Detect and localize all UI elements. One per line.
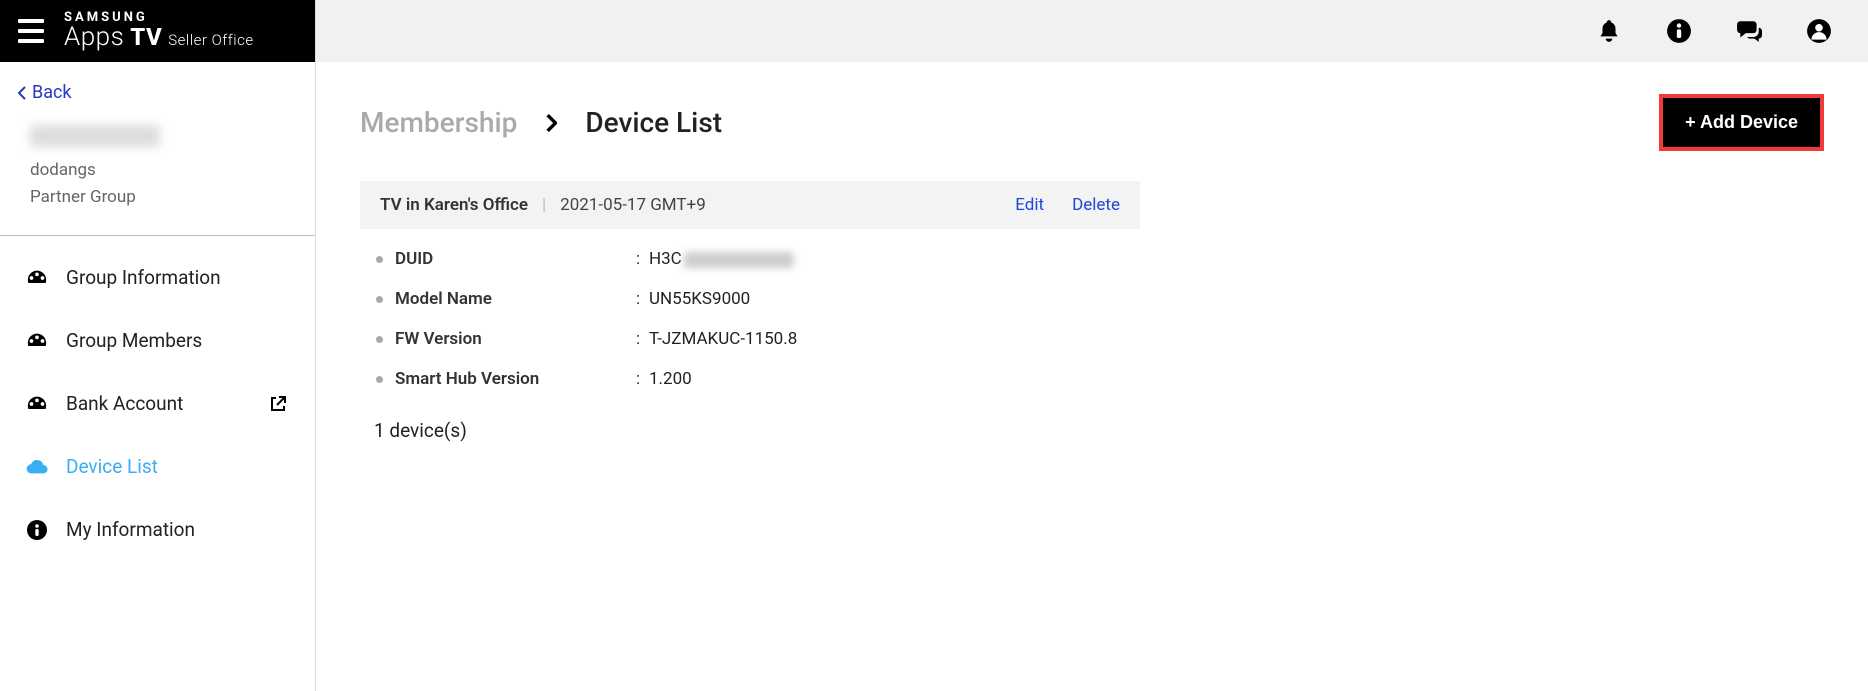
chevron-right-icon [545,106,557,139]
field-duid: DUID : H3C [370,239,1130,279]
external-link-icon [269,395,287,413]
sidebar-item-group-members[interactable]: Group Members [0,309,315,372]
main: Membership Device List + Add Device TV i… [316,0,1868,691]
bullet-icon [376,256,383,263]
user-group: Partner Group [30,184,285,211]
edit-link[interactable]: Edit [1015,195,1044,215]
device-title: TV in Karen's Office [380,195,528,215]
chevron-left-icon [18,86,26,100]
field-label: Model Name [395,289,627,309]
field-value: H3C [649,249,794,269]
back-label: Back [32,82,72,103]
dashboard-icon [26,331,48,351]
content: Membership Device List + Add Device TV i… [316,62,1868,494]
nav-label: My Information [66,518,195,541]
sidebar-item-bank-account[interactable]: Bank Account [0,372,315,435]
brand-seller: Seller Office [168,33,253,49]
field-value: 1.200 [649,369,692,389]
device-count: 1 device(s) [360,399,1140,462]
user-name-blurred [30,125,160,147]
bullet-icon [376,336,383,343]
device-card-header: TV in Karen's Office | 2021-05-17 GMT+9 … [360,181,1140,229]
nav-label: Device List [66,455,158,478]
breadcrumb-section[interactable]: Membership [360,106,517,139]
cloud-icon [26,457,48,477]
brand-tv: TV [130,25,162,50]
sidebar-item-device-list[interactable]: Device List [0,435,315,498]
user-id: dodangs [30,157,285,184]
bell-icon[interactable] [1596,18,1622,44]
separator: | [542,195,546,215]
breadcrumb-page: Device List [585,106,722,139]
back-link[interactable]: Back [0,62,315,115]
user-block: dodangs Partner Group [0,115,315,235]
nav-label: Group Members [66,329,202,352]
dashboard-icon [26,268,48,288]
sidebar-item-group-information[interactable]: Group Information [0,246,315,309]
sidebar-header: SAMSUNG AppsTV Seller Office [0,0,315,62]
nav-label: Bank Account [66,392,183,415]
add-device-button[interactable]: + Add Device [1659,94,1824,151]
topbar [316,0,1868,62]
sidebar-item-my-information[interactable]: My Information [0,498,315,561]
device-fields: DUID : H3C Model Name : UN55KS9000 FW Ve… [360,229,1140,399]
brand-apps: Apps [64,24,124,51]
bullet-icon [376,296,383,303]
device-card: TV in Karen's Office | 2021-05-17 GMT+9 … [360,181,1140,462]
info-circle-icon[interactable] [1666,18,1692,44]
field-label: FW Version [395,329,627,349]
dashboard-icon [26,394,48,414]
chat-icon[interactable] [1736,18,1762,44]
blurred-value [684,252,794,268]
menu-icon[interactable] [18,19,44,43]
sidebar: SAMSUNG AppsTV Seller Office Back dodang… [0,0,316,691]
header-row: Membership Device List + Add Device [360,94,1824,151]
field-smart-hub-version: Smart Hub Version : 1.200 [370,359,1130,399]
field-label: DUID [395,249,627,269]
nav-label: Group Information [66,266,221,289]
field-fw-version: FW Version : T-JZMAKUC-1150.8 [370,319,1130,359]
brand-logo[interactable]: SAMSUNG AppsTV Seller Office [64,11,254,52]
info-icon [26,520,48,540]
bullet-icon [376,376,383,383]
field-label: Smart Hub Version [395,369,627,389]
user-icon[interactable] [1806,18,1832,44]
field-value: T-JZMAKUC-1150.8 [649,329,797,349]
device-date: 2021-05-17 GMT+9 [560,195,706,215]
field-model-name: Model Name : UN55KS9000 [370,279,1130,319]
delete-link[interactable]: Delete [1072,195,1120,215]
sidebar-nav: Group Information Group Members Bank Acc… [0,236,315,571]
breadcrumb: Membership Device List [360,106,722,139]
field-value: UN55KS9000 [649,289,750,309]
